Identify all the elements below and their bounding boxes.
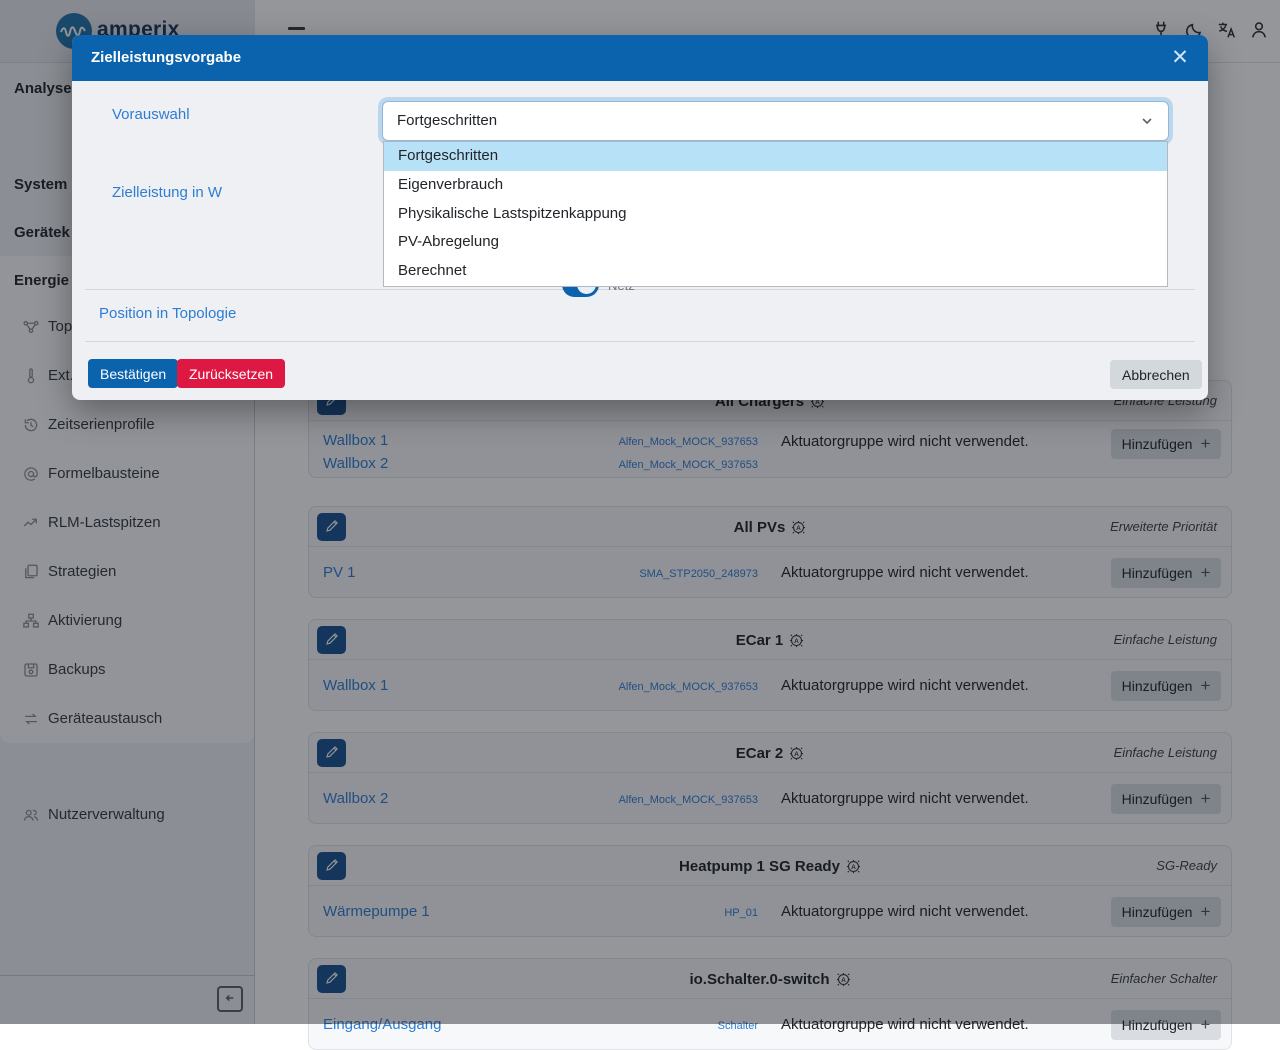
form-divider [85,289,1195,290]
modal-title: Zielleistungsvorgabe [91,49,241,66]
dropdown-option[interactable]: Physikalische Lastspitzenkappung [384,200,1167,229]
zielleistung-label: Zielleistung in W [112,184,222,201]
modal-header: Zielleistungsvorgabe ✕ [72,35,1208,81]
vorauswahl-select[interactable]: Fortgeschritten [382,101,1169,141]
vorauswahl-label: Vorauswahl [112,106,190,123]
dropdown-option[interactable]: Fortgeschritten [384,142,1167,171]
selected-option-value: Fortgeschritten [397,112,497,129]
footer-divider [85,341,1195,342]
dropdown-option[interactable]: PV-Abregelung [384,228,1167,257]
position-in-topologie-label: Position in Topologie [99,305,236,322]
close-icon[interactable]: ✕ [1166,44,1194,72]
reset-button[interactable]: Zurücksetzen [177,359,285,388]
confirm-button[interactable]: Bestätigen [88,359,178,388]
vorauswahl-dropdown-list: Fortgeschritten Eigenverbrauch Physikali… [383,141,1168,287]
dropdown-option[interactable]: Berechnet [384,257,1167,286]
zielleistungsvorgabe-modal: Zielleistungsvorgabe ✕ Vorauswahl Zielle… [72,35,1208,400]
chevron-down-icon [1139,113,1155,134]
dropdown-option[interactable]: Eigenverbrauch [384,171,1167,200]
cancel-button[interactable]: Abbrechen [1110,360,1202,389]
